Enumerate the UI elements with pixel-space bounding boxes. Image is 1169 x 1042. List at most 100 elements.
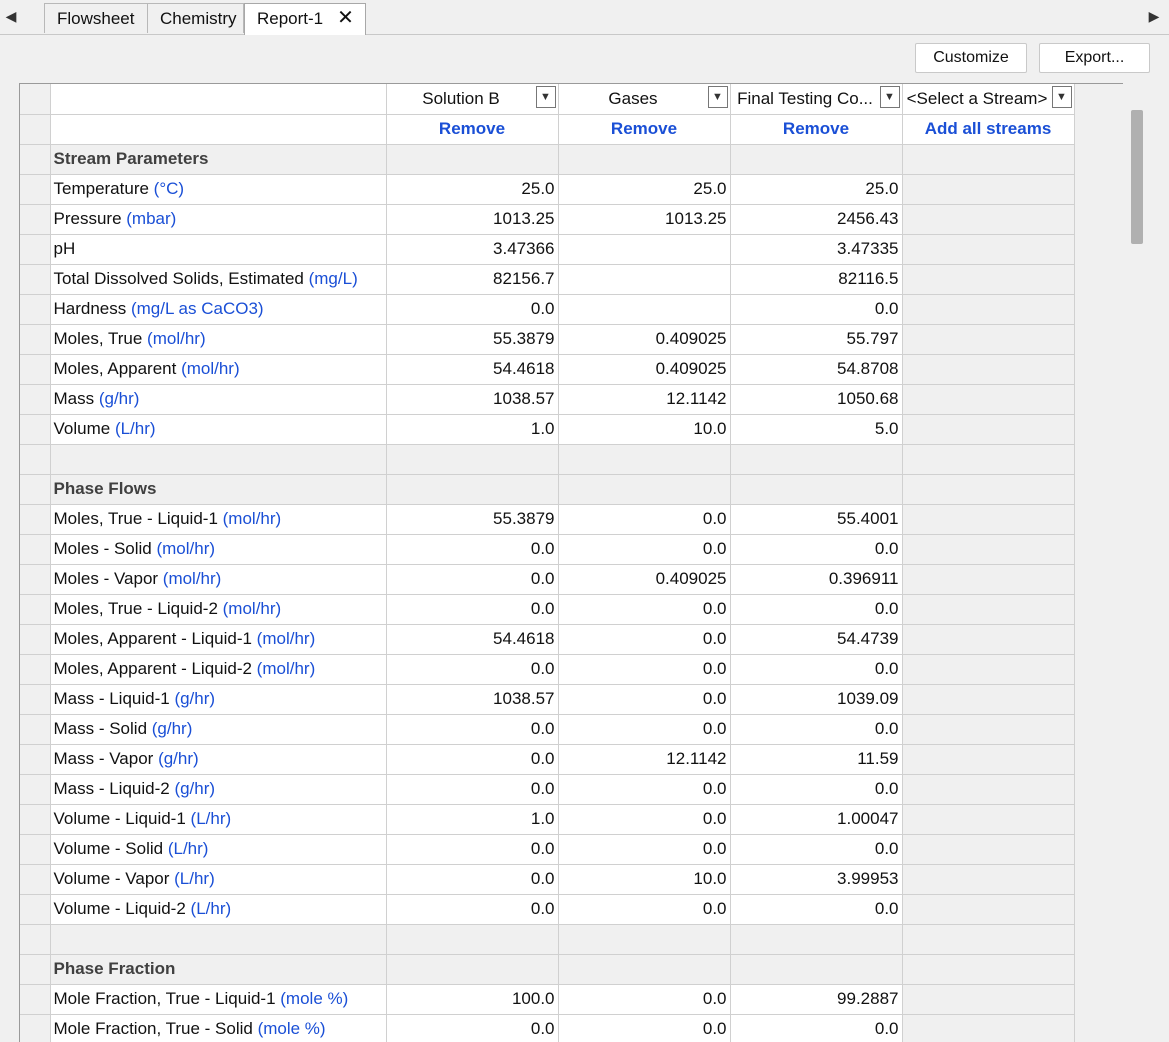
row-header[interactable] bbox=[20, 864, 51, 895]
value-cell[interactable]: 0.409025 bbox=[558, 564, 731, 595]
chevron-down-icon[interactable]: ▼ bbox=[535, 86, 556, 108]
value-cell[interactable]: 3.47335 bbox=[730, 234, 903, 265]
value-cell[interactable] bbox=[558, 264, 731, 295]
value-cell[interactable]: 0.0 bbox=[558, 834, 731, 865]
tab-report-1[interactable]: Report-1 ✕ bbox=[244, 3, 366, 35]
value-cell[interactable]: 0.0 bbox=[558, 984, 731, 1015]
row-header[interactable] bbox=[20, 594, 51, 625]
value-cell[interactable]: 0.0 bbox=[730, 894, 903, 925]
row-header[interactable] bbox=[20, 414, 51, 445]
value-cell[interactable]: 5.0 bbox=[730, 414, 903, 445]
row-header[interactable] bbox=[20, 384, 51, 415]
unit-link[interactable]: (mole %) bbox=[280, 989, 348, 1008]
value-cell[interactable]: 0.0 bbox=[386, 834, 559, 865]
value-cell[interactable]: 25.0 bbox=[386, 174, 559, 205]
row-header[interactable] bbox=[20, 204, 51, 235]
row-header[interactable] bbox=[20, 654, 51, 685]
value-cell[interactable]: 0.0 bbox=[558, 714, 731, 745]
value-cell[interactable]: 0.0 bbox=[558, 654, 731, 685]
value-cell[interactable]: 3.99953 bbox=[730, 864, 903, 895]
tab-flowsheet[interactable]: Flowsheet bbox=[44, 3, 148, 33]
unit-link[interactable]: (g/hr) bbox=[152, 719, 193, 738]
value-cell[interactable]: 0.0 bbox=[386, 894, 559, 925]
value-cell[interactable]: 54.4739 bbox=[730, 624, 903, 655]
unit-link[interactable]: (L/hr) bbox=[174, 869, 215, 888]
unit-link[interactable]: (g/hr) bbox=[99, 389, 140, 408]
unit-link[interactable]: (mol/hr) bbox=[147, 329, 206, 348]
unit-link[interactable]: (mol/hr) bbox=[163, 569, 222, 588]
value-cell[interactable]: 25.0 bbox=[558, 174, 731, 205]
value-cell[interactable]: 1039.09 bbox=[730, 684, 903, 715]
value-cell[interactable]: 0.0 bbox=[558, 624, 731, 655]
row-header[interactable] bbox=[20, 834, 51, 865]
unit-link[interactable]: (mg/L as CaCO3) bbox=[131, 299, 264, 318]
row-header[interactable] bbox=[20, 174, 51, 205]
value-cell[interactable]: 0.0 bbox=[558, 684, 731, 715]
row-header[interactable] bbox=[20, 714, 51, 745]
value-cell[interactable]: 0.0 bbox=[558, 774, 731, 805]
remove-stream-link-3[interactable]: Remove bbox=[730, 114, 903, 145]
scroll-tabs-left-icon[interactable]: ◀ bbox=[2, 6, 20, 26]
chevron-down-icon[interactable]: ▼ bbox=[879, 86, 900, 108]
value-cell[interactable]: 0.0 bbox=[730, 534, 903, 565]
row-header[interactable] bbox=[20, 534, 51, 565]
value-cell[interactable]: 10.0 bbox=[558, 414, 731, 445]
value-cell[interactable]: 0.0 bbox=[730, 774, 903, 805]
value-cell[interactable]: 54.4618 bbox=[386, 624, 559, 655]
value-cell[interactable]: 0.409025 bbox=[558, 324, 731, 355]
value-cell[interactable]: 0.0 bbox=[558, 504, 731, 535]
value-cell[interactable]: 1038.57 bbox=[386, 384, 559, 415]
value-cell[interactable]: 55.4001 bbox=[730, 504, 903, 535]
unit-link[interactable]: (mg/L) bbox=[309, 269, 358, 288]
row-header[interactable] bbox=[20, 264, 51, 295]
value-cell[interactable]: 0.0 bbox=[386, 654, 559, 685]
value-cell[interactable]: 0.0 bbox=[730, 594, 903, 625]
value-cell[interactable]: 0.0 bbox=[386, 864, 559, 895]
value-cell[interactable]: 0.0 bbox=[386, 294, 559, 325]
stream-select-2[interactable]: Gases ▼ bbox=[558, 84, 731, 115]
value-cell[interactable]: 0.0 bbox=[386, 564, 559, 595]
value-cell[interactable]: 54.8708 bbox=[730, 354, 903, 385]
value-cell[interactable]: 0.0 bbox=[386, 714, 559, 745]
unit-link[interactable]: (mbar) bbox=[126, 209, 176, 228]
value-cell[interactable]: 0.0 bbox=[558, 894, 731, 925]
chevron-down-icon[interactable]: ▼ bbox=[1051, 86, 1072, 108]
value-cell[interactable]: 25.0 bbox=[730, 174, 903, 205]
scrollbar-thumb[interactable] bbox=[1131, 110, 1143, 244]
value-cell[interactable]: 0.0 bbox=[558, 594, 731, 625]
row-header[interactable] bbox=[20, 684, 51, 715]
row-header[interactable] bbox=[20, 504, 51, 535]
close-icon[interactable]: ✕ bbox=[337, 4, 354, 33]
value-cell[interactable]: 0.0 bbox=[730, 714, 903, 745]
chevron-down-icon[interactable]: ▼ bbox=[707, 86, 728, 108]
value-cell[interactable]: 55.3879 bbox=[386, 324, 559, 355]
value-cell[interactable]: 0.409025 bbox=[558, 354, 731, 385]
remove-stream-link-2[interactable]: Remove bbox=[558, 114, 731, 145]
remove-stream-link-1[interactable]: Remove bbox=[386, 114, 559, 145]
row-header[interactable] bbox=[20, 774, 51, 805]
add-all-streams-link[interactable]: Add all streams bbox=[902, 114, 1075, 145]
unit-link[interactable]: (°C) bbox=[154, 179, 184, 198]
vertical-scrollbar[interactable] bbox=[1123, 83, 1151, 1041]
value-cell[interactable]: 82116.5 bbox=[730, 264, 903, 295]
stream-select-3[interactable]: Final Testing Co... ▼ bbox=[730, 84, 903, 115]
value-cell[interactable]: 1.0 bbox=[386, 804, 559, 835]
value-cell[interactable] bbox=[558, 294, 731, 325]
value-cell[interactable]: 54.4618 bbox=[386, 354, 559, 385]
unit-link[interactable]: (g/hr) bbox=[174, 779, 215, 798]
value-cell[interactable]: 0.0 bbox=[730, 1014, 903, 1042]
row-header[interactable] bbox=[20, 234, 51, 265]
value-cell[interactable]: 1013.25 bbox=[558, 204, 731, 235]
value-cell[interactable]: 0.0 bbox=[558, 534, 731, 565]
value-cell[interactable]: 12.1142 bbox=[558, 744, 731, 775]
value-cell[interactable]: 82156.7 bbox=[386, 264, 559, 295]
customize-button[interactable]: Customize bbox=[915, 43, 1027, 73]
value-cell[interactable]: 0.0 bbox=[386, 1014, 559, 1042]
value-cell[interactable] bbox=[558, 234, 731, 265]
row-header[interactable] bbox=[20, 324, 51, 355]
value-cell[interactable]: 0.396911 bbox=[730, 564, 903, 595]
unit-link[interactable]: (mol/hr) bbox=[257, 659, 316, 678]
value-cell[interactable]: 0.0 bbox=[386, 594, 559, 625]
row-header[interactable] bbox=[20, 744, 51, 775]
value-cell[interactable]: 100.0 bbox=[386, 984, 559, 1015]
